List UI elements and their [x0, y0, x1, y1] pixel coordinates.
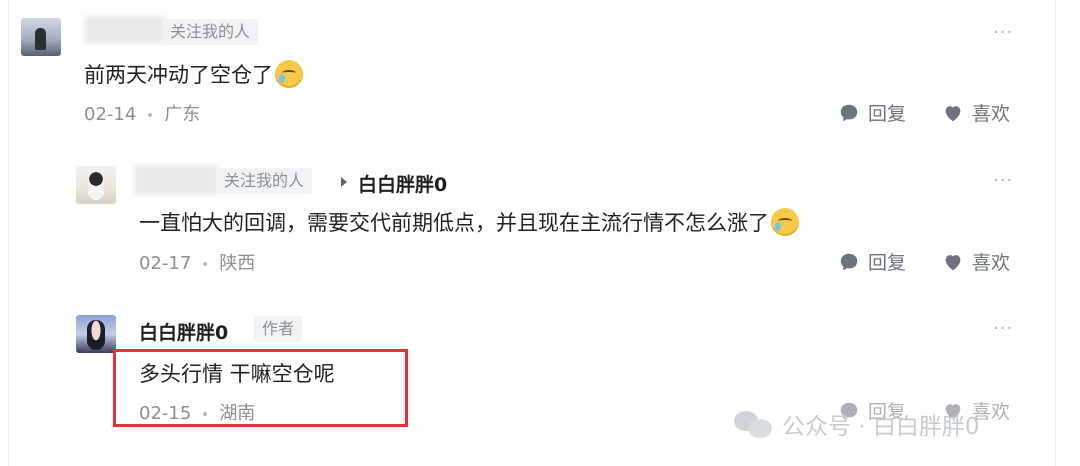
author-badge: 作者 [254, 316, 303, 342]
more-options-icon[interactable]: ··· [993, 22, 1013, 43]
more-options-icon[interactable]: ··· [993, 170, 1013, 191]
avatar[interactable] [21, 18, 61, 56]
watermark-text: 公众号 · 白白胖胖0 [782, 414, 980, 440]
comment-date: 02-17 [139, 253, 192, 274]
like-label: 喜欢 [972, 103, 1011, 125]
more-options-icon[interactable]: ··· [993, 318, 1013, 339]
blurred-username [84, 16, 166, 44]
reply-bubble-icon [840, 253, 858, 270]
like-button[interactable]: 喜欢 [942, 248, 1010, 275]
reply-to-username[interactable]: 白白胖胖0 [358, 170, 447, 197]
reply-arrow-icon [341, 177, 347, 187]
avatar[interactable] [76, 166, 116, 204]
like-label: 喜欢 [972, 252, 1011, 274]
separator-dot [148, 113, 153, 117]
reply-label: 回复 [868, 103, 907, 125]
author-username[interactable]: 白白胖胖0 [139, 318, 228, 345]
comment-text-content: 前两天冲动了空仓了 [84, 63, 273, 87]
comment-text-content: 一直怕大的回调，需要交代前期低点，并且现在主流行情不怎么涨了 [139, 211, 769, 235]
comment-location: 广东 [164, 104, 201, 125]
blurred-username [134, 165, 218, 195]
watermark: 公众号 · 白白胖胖0 [734, 407, 980, 441]
sweat-face-emoji-icon [275, 60, 303, 88]
reply-label: 回复 [868, 252, 907, 274]
heart-icon [945, 105, 961, 121]
reply-bubble-icon [840, 104, 858, 121]
comment-date: 02-14 [84, 104, 137, 125]
follower-tag: 关注我的人 [216, 168, 313, 194]
avatar[interactable] [76, 315, 116, 353]
reply-button[interactable]: 回复 [838, 248, 906, 275]
comment-meta: 02-17 陕西 [139, 249, 255, 275]
comment-text: 前两天冲动了空仓了 [84, 59, 303, 89]
like-button[interactable]: 喜欢 [942, 99, 1010, 126]
crying-face-emoji-icon [771, 208, 799, 236]
wechat-icon [734, 409, 774, 439]
separator-dot [203, 262, 208, 266]
comment-meta: 02-14 广东 [84, 100, 200, 126]
highlight-box [113, 349, 408, 427]
reply-button[interactable]: 回复 [838, 99, 906, 126]
follower-tag: 关注我的人 [162, 19, 259, 45]
comment-text: 一直怕大的回调，需要交代前期低点，并且现在主流行情不怎么涨了 [139, 207, 799, 237]
comment-location: 陕西 [219, 253, 256, 274]
heart-icon [945, 254, 961, 270]
